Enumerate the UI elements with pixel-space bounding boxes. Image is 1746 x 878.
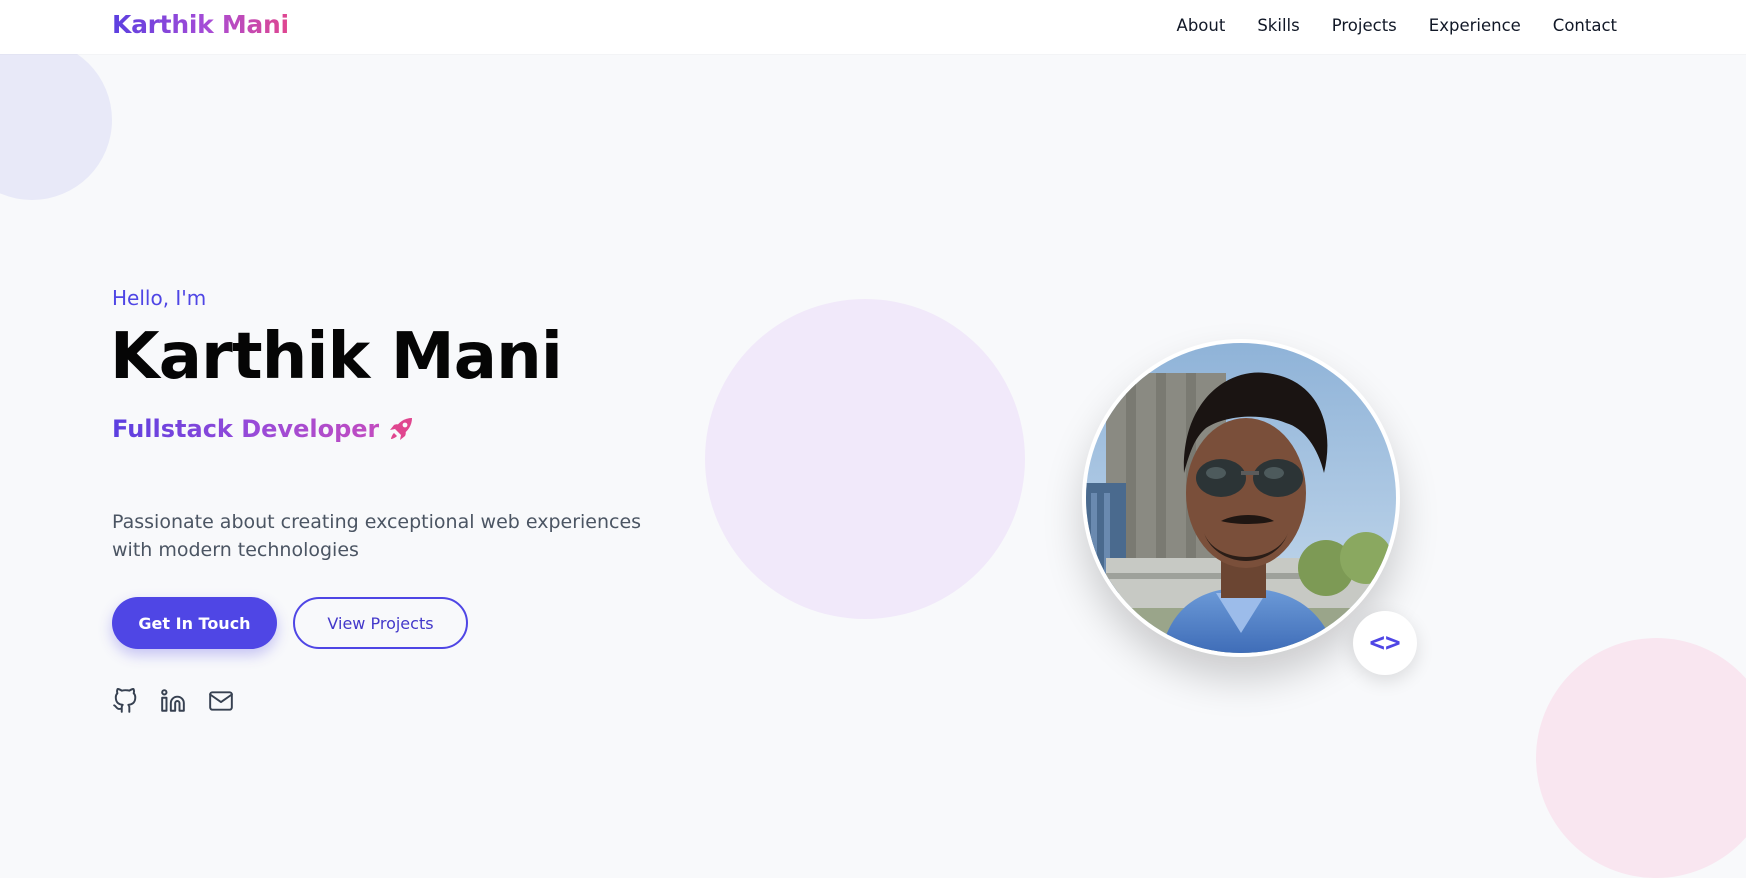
decorative-circle-bottom-right [1536,638,1746,878]
hero-description: Passionate about creating exceptional we… [112,511,642,561]
nav-link-projects[interactable]: Projects [1332,16,1397,35]
github-icon [113,688,137,713]
github-link[interactable] [112,688,138,714]
mail-icon [209,691,233,711]
nav-link-contact[interactable]: Contact [1553,16,1617,35]
profile-photo-image [1086,343,1396,653]
hero-role-text: Fullstack Developer [112,415,380,443]
linkedin-link[interactable] [160,688,186,714]
hero-role: Fullstack Developer [112,413,417,445]
code-icon-badge: <> [1353,611,1417,675]
email-link[interactable] [208,688,234,714]
code-icon: <> [1369,628,1401,658]
hero-greeting: Hello, I'm [112,286,207,310]
linkedin-icon [161,689,185,712]
nav-link-skills[interactable]: Skills [1257,16,1299,35]
hero-name: Karthik Mani [110,320,563,394]
decorative-circle-center [705,299,1025,619]
rocket-icon [390,418,413,440]
nav-link-about[interactable]: About [1177,16,1226,35]
navbar: Karthik Mani About Skills Projects Exper… [0,0,1746,54]
nav-link-experience[interactable]: Experience [1429,16,1521,35]
social-links [112,688,234,714]
decorative-circle-top-left [0,40,112,200]
nav-links: About Skills Projects Experience Contact [1177,16,1617,35]
view-projects-button[interactable]: View Projects [293,597,468,649]
get-in-touch-button[interactable]: Get In Touch [112,597,277,649]
profile-photo [1082,339,1400,657]
brand-logo[interactable]: Karthik Mani [112,10,289,39]
